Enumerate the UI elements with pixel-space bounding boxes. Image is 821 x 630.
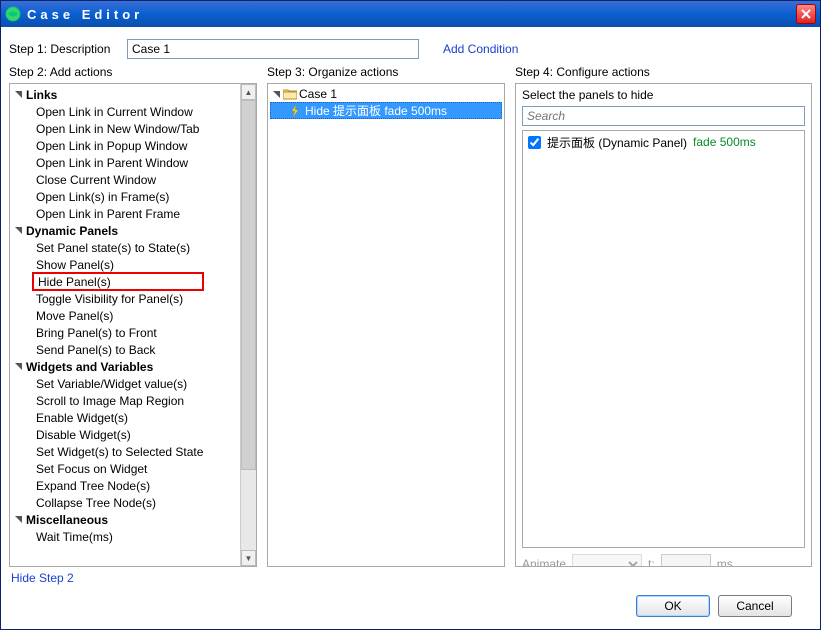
action-toggle-visibility[interactable]: Toggle Visibility for Panel(s) bbox=[10, 290, 240, 307]
step2-column: Step 2: Add actions Links Open Link in C… bbox=[9, 63, 257, 589]
columns: Step 2: Add actions Links Open Link in C… bbox=[9, 63, 812, 589]
action-set-variable[interactable]: Set Variable/Widget value(s) bbox=[10, 375, 240, 392]
organize-panel: Case 1 Hide 提示面板 fade 500ms bbox=[267, 83, 505, 567]
action-collapse-tree[interactable]: Collapse Tree Node(s) bbox=[10, 494, 240, 511]
action-wait-time[interactable]: Wait Time(ms) bbox=[10, 528, 240, 545]
group-widgets-variables[interactable]: Widgets and Variables bbox=[10, 358, 240, 375]
case-label: Case 1 bbox=[299, 87, 337, 101]
case-node[interactable]: Case 1 bbox=[270, 86, 502, 102]
search-input[interactable] bbox=[522, 106, 805, 126]
action-open-link-current[interactable]: Open Link in Current Window bbox=[10, 103, 240, 120]
duration-input bbox=[661, 554, 711, 567]
action-node-selected[interactable]: Hide 提示面板 fade 500ms bbox=[270, 102, 502, 119]
action-scroll-image-map[interactable]: Scroll to Image Map Region bbox=[10, 392, 240, 409]
panel-list: 提示面板 (Dynamic Panel) fade 500ms bbox=[522, 130, 805, 548]
group-widgets-variables-label: Widgets and Variables bbox=[26, 360, 153, 374]
step2-header: Step 2: Add actions bbox=[9, 63, 257, 83]
action-open-link-parent[interactable]: Open Link in Parent Window bbox=[10, 154, 240, 171]
group-links-label: Links bbox=[26, 88, 57, 102]
action-set-selected-state[interactable]: Set Widget(s) to Selected State bbox=[10, 443, 240, 460]
t-label: t: bbox=[648, 557, 655, 567]
step4-column: Step 4: Configure actions Select the pan… bbox=[515, 63, 812, 589]
scroll-up-button[interactable]: ▲ bbox=[241, 84, 256, 100]
hide-step2-link[interactable]: Hide Step 2 bbox=[9, 567, 257, 589]
group-dynamic-panels[interactable]: Dynamic Panels bbox=[10, 222, 240, 239]
app-icon bbox=[5, 6, 21, 22]
window-title: Case Editor bbox=[27, 7, 796, 22]
bolt-icon bbox=[289, 105, 301, 117]
action-enable-widgets[interactable]: Enable Widget(s) bbox=[10, 409, 240, 426]
animate-row: Animate t: ms bbox=[516, 548, 811, 567]
action-send-to-back[interactable]: Send Panel(s) to Back bbox=[10, 341, 240, 358]
animate-select bbox=[572, 554, 642, 567]
close-button[interactable] bbox=[796, 4, 816, 24]
organize-tree: Case 1 Hide 提示面板 fade 500ms bbox=[268, 84, 504, 121]
action-node-label: Hide 提示面板 fade 500ms bbox=[305, 102, 447, 119]
chevron-down-icon bbox=[272, 90, 281, 99]
cancel-button[interactable]: Cancel bbox=[718, 595, 792, 617]
action-set-focus[interactable]: Set Focus on Widget bbox=[10, 460, 240, 477]
action-set-panel-state[interactable]: Set Panel state(s) to State(s) bbox=[10, 239, 240, 256]
ms-label: ms bbox=[717, 557, 733, 567]
actions-panel: Links Open Link in Current Window Open L… bbox=[9, 83, 257, 567]
action-open-link-new[interactable]: Open Link in New Window/Tab bbox=[10, 120, 240, 137]
dialog-body: Step 1: Description Add Condition Step 2… bbox=[1, 27, 820, 629]
footer: OK Cancel bbox=[9, 589, 812, 621]
chevron-down-icon bbox=[14, 362, 26, 371]
group-dynamic-panels-label: Dynamic Panels bbox=[26, 224, 118, 238]
action-close-window[interactable]: Close Current Window bbox=[10, 171, 240, 188]
animate-label: Animate bbox=[522, 557, 566, 567]
chevron-down-icon bbox=[14, 515, 26, 524]
step1-row: Step 1: Description Add Condition bbox=[9, 39, 812, 59]
panel-label: 提示面板 (Dynamic Panel) bbox=[547, 134, 687, 151]
action-show-panels[interactable]: Show Panel(s) bbox=[10, 256, 240, 273]
folder-icon bbox=[283, 88, 297, 100]
panel-list-item[interactable]: 提示面板 (Dynamic Panel) fade 500ms bbox=[526, 134, 801, 150]
step4-header: Step 4: Configure actions bbox=[515, 63, 812, 83]
description-input[interactable] bbox=[127, 39, 419, 59]
step1-label: Step 1: Description bbox=[9, 42, 127, 56]
chevron-down-icon bbox=[14, 226, 26, 235]
action-hide-panels[interactable]: Hide Panel(s) bbox=[32, 272, 204, 291]
action-move-panels[interactable]: Move Panel(s) bbox=[10, 307, 240, 324]
add-condition-link[interactable]: Add Condition bbox=[443, 42, 518, 56]
actions-tree: Links Open Link in Current Window Open L… bbox=[10, 84, 240, 547]
scroll-down-button[interactable]: ▼ bbox=[241, 550, 256, 566]
step3-header: Step 3: Organize actions bbox=[267, 63, 505, 83]
configure-title: Select the panels to hide bbox=[516, 84, 811, 104]
group-links[interactable]: Links bbox=[10, 86, 240, 103]
panel-fade-label: fade 500ms bbox=[693, 135, 756, 149]
configure-panel: Select the panels to hide 提示面板 (Dynamic … bbox=[515, 83, 812, 567]
step3-column: Step 3: Organize actions Case 1 bbox=[267, 63, 505, 589]
chevron-down-icon bbox=[14, 90, 26, 99]
action-disable-widgets[interactable]: Disable Widget(s) bbox=[10, 426, 240, 443]
action-expand-tree[interactable]: Expand Tree Node(s) bbox=[10, 477, 240, 494]
group-misc[interactable]: Miscellaneous bbox=[10, 511, 240, 528]
title-bar: Case Editor bbox=[1, 1, 820, 27]
group-misc-label: Miscellaneous bbox=[26, 513, 108, 527]
action-open-link-popup[interactable]: Open Link in Popup Window bbox=[10, 137, 240, 154]
panel-checkbox[interactable] bbox=[528, 136, 541, 149]
action-open-link-parent-frame[interactable]: Open Link in Parent Frame bbox=[10, 205, 240, 222]
scroll-thumb[interactable] bbox=[241, 100, 256, 470]
ok-button[interactable]: OK bbox=[636, 595, 710, 617]
action-open-links-frames[interactable]: Open Link(s) in Frame(s) bbox=[10, 188, 240, 205]
actions-scrollbar[interactable]: ▲ ▼ bbox=[240, 84, 256, 566]
case-editor-window: Case Editor Step 1: Description Add Cond… bbox=[0, 0, 821, 630]
action-bring-to-front[interactable]: Bring Panel(s) to Front bbox=[10, 324, 240, 341]
